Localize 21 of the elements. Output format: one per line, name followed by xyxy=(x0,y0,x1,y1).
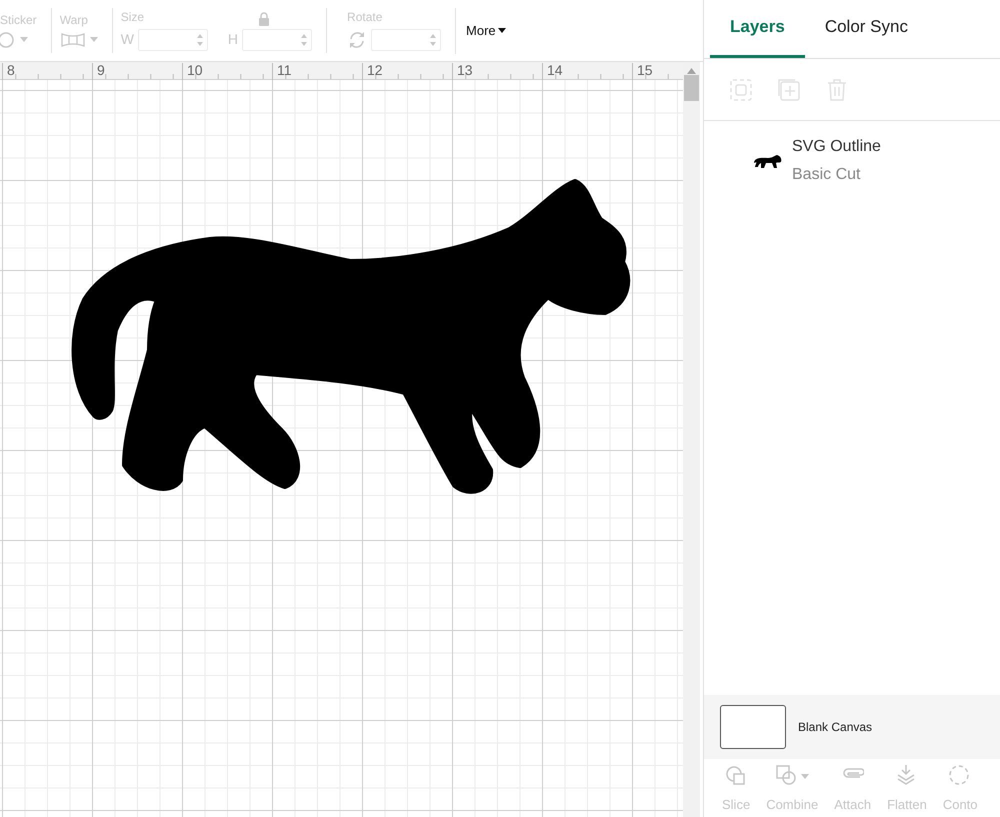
more-button[interactable]: More xyxy=(455,8,506,54)
ruler-number: 11 xyxy=(272,63,292,80)
blank-canvas-swatch[interactable] xyxy=(720,705,786,749)
ruler-number: 15 xyxy=(632,63,653,80)
layer-operation: Basic Cut xyxy=(792,165,862,185)
caret-icon[interactable] xyxy=(498,28,506,33)
layer-name: SVG Outline xyxy=(792,137,881,157)
scrollbar[interactable] xyxy=(683,62,700,817)
lock-icon[interactable] xyxy=(258,12,270,26)
panel-tab[interactable]: Layers xyxy=(710,0,805,58)
ruler-number: 14 xyxy=(542,63,563,80)
scrollbar-thumb[interactable] xyxy=(684,75,699,101)
panel-tab[interactable]: Color Sync xyxy=(804,0,928,58)
ruler-number: 10 xyxy=(182,63,203,80)
cat-silhouette[interactable] xyxy=(72,179,630,494)
cat-thumbnail-icon[interactable] xyxy=(752,153,782,169)
ruler-number: 12 xyxy=(362,63,383,80)
ruler-number: 13 xyxy=(452,63,473,80)
ruler-number: 8 xyxy=(2,63,15,80)
ruler-number: 9 xyxy=(92,63,105,80)
canvas-label: Blank Canvas xyxy=(798,719,872,736)
